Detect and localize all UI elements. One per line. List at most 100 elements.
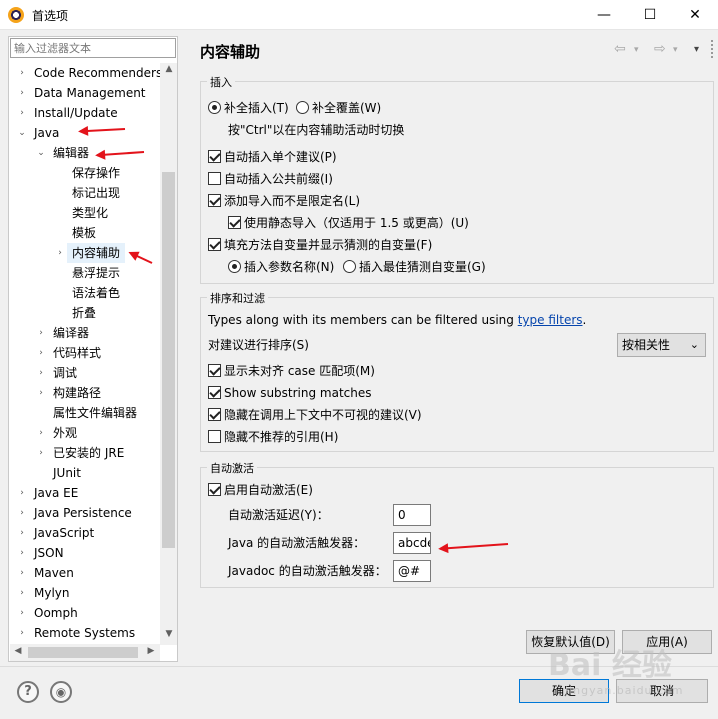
minimize-button[interactable]: —	[581, 0, 627, 30]
tree-item[interactable]: Data Management	[34, 83, 146, 103]
checkbox-fill-arguments-box[interactable]	[208, 238, 221, 251]
checkbox-fill-arguments[interactable]: 填充方法自变量并显示猜测的自变量(F)	[208, 235, 432, 255]
view-menu-icon[interactable]: ▾	[694, 44, 699, 55]
auto-activation-delay-input[interactable]: 0	[393, 504, 431, 526]
chevron-right-icon[interactable]: ›	[35, 363, 47, 383]
tree-item[interactable]: 模板	[72, 223, 96, 243]
tree-item[interactable]: 已安装的 JRE	[53, 443, 124, 463]
checkbox-show-substring-box[interactable]	[208, 386, 221, 399]
tree-item[interactable]: Java Persistence	[34, 503, 132, 523]
checkbox-static-import-box[interactable]	[228, 216, 241, 229]
radio-insert-best-guess-indicator[interactable]	[343, 260, 356, 273]
chevron-right-icon[interactable]: ›	[35, 383, 47, 403]
tree-item[interactable]: JUnit	[53, 463, 81, 483]
checkbox-show-substring[interactable]: Show substring matches	[208, 383, 372, 403]
tree-item[interactable]: Java EE	[34, 483, 78, 503]
chevron-right-icon[interactable]: ›	[35, 443, 47, 463]
scroll-right-icon[interactable]: ▶	[144, 646, 158, 656]
tree-item[interactable]: 悬浮提示	[72, 263, 120, 283]
sort-proposals-label: 对建议进行排序(S)	[208, 338, 309, 352]
tree-item[interactable]: 折叠	[72, 303, 96, 323]
tree-item[interactable]: 外观	[53, 423, 77, 443]
tree-item[interactable]: 属性文件编辑器	[53, 403, 137, 423]
checkbox-add-import[interactable]: 添加导入而不是限定名(L)	[208, 191, 360, 211]
checkbox-add-import-box[interactable]	[208, 194, 221, 207]
close-button[interactable]: ✕	[672, 0, 718, 30]
tree-item[interactable]: Oomph	[34, 603, 78, 623]
back-arrow-icon[interactable]: ⇦	[614, 41, 626, 57]
import-export-icon[interactable]: ◉	[50, 681, 72, 703]
back-dropdown-icon[interactable]: ▾	[634, 45, 639, 55]
tree-vertical-scroll-thumb[interactable]	[162, 172, 175, 548]
scroll-left-icon[interactable]: ◀	[11, 646, 25, 656]
maximize-button[interactable]: ☐	[627, 0, 673, 30]
checkbox-auto-insert-single[interactable]: 自动插入单个建议(P)	[208, 147, 337, 167]
radio-insert-best-guess[interactable]: 插入最佳猜测自变量(G)	[343, 257, 486, 277]
chevron-right-icon[interactable]: ›	[16, 103, 28, 123]
checkbox-static-import[interactable]: 使用静态导入（仅适用于 1.5 或更高）(U)	[228, 213, 469, 233]
tree-item[interactable]: JSON	[34, 543, 64, 563]
tree-item[interactable]: Java	[34, 123, 59, 143]
type-filters-link[interactable]: type filters	[518, 313, 583, 327]
checkbox-hide-deprecated-box[interactable]	[208, 430, 221, 443]
tree-horizontal-scroll-thumb[interactable]	[28, 647, 138, 658]
radio-complete-overwrite[interactable]: 补全覆盖(W)	[296, 98, 381, 118]
tree-item[interactable]: 保存操作	[72, 163, 120, 183]
checkbox-show-camel-case-box[interactable]	[208, 364, 221, 377]
checkbox-enable-auto-activation-box[interactable]	[208, 483, 221, 496]
tree-item[interactable]: 构建路径	[53, 383, 101, 403]
tree-item[interactable]: Install/Update	[34, 103, 118, 123]
chevron-right-icon[interactable]: ›	[16, 83, 28, 103]
tree-item[interactable]: Code Recommenders	[34, 63, 162, 83]
tree-item[interactable]: Mylyn	[34, 583, 70, 603]
radio-insert-param-names[interactable]: 插入参数名称(N)	[228, 257, 334, 277]
tree-item[interactable]: Remote Systems	[34, 623, 135, 643]
chevron-right-icon[interactable]: ›	[35, 323, 47, 343]
radio-complete-overwrite-indicator[interactable]	[296, 101, 309, 114]
tree-item[interactable]: JavaScript	[34, 523, 94, 543]
chevron-right-icon[interactable]: ›	[16, 563, 28, 583]
checkbox-auto-insert-prefix-box[interactable]	[208, 172, 221, 185]
checkbox-auto-insert-prefix[interactable]: 自动插入公共前缀(I)	[208, 169, 333, 189]
checkbox-hide-invisible[interactable]: 隐藏在调用上下文中不可视的建议(V)	[208, 405, 422, 425]
chevron-down-icon[interactable]: ⌄	[35, 143, 47, 163]
radio-complete-insert-indicator[interactable]	[208, 101, 221, 114]
radio-complete-insert[interactable]: 补全插入(T)	[208, 98, 289, 118]
chevron-right-icon[interactable]: ›	[35, 423, 47, 443]
chevron-right-icon[interactable]: ›	[16, 483, 28, 503]
chevron-down-icon[interactable]: ⌄	[16, 123, 28, 143]
chevron-right-icon[interactable]: ›	[16, 523, 28, 543]
checkbox-hide-deprecated[interactable]: 隐藏不推荐的引用(H)	[208, 427, 338, 447]
sort-proposals-select[interactable]: 按相关性 ⌄	[617, 333, 706, 357]
filter-input[interactable]	[10, 38, 176, 58]
scroll-up-icon[interactable]: ▲	[162, 64, 176, 74]
tree-item[interactable]: 语法着色	[72, 283, 120, 303]
tree-item[interactable]: 类型化	[72, 203, 108, 223]
checkbox-hide-invisible-box[interactable]	[208, 408, 221, 421]
chevron-right-icon[interactable]: ›	[16, 583, 28, 603]
chevron-right-icon[interactable]: ›	[16, 503, 28, 523]
chevron-right-icon[interactable]: ›	[16, 543, 28, 563]
tree-item[interactable]: 标记出现	[72, 183, 120, 203]
tree-item[interactable]: 代码样式	[53, 343, 101, 363]
forward-arrow-icon[interactable]: ⇨	[654, 41, 666, 57]
java-trigger-input[interactable]: abcde	[393, 532, 431, 554]
chevron-right-icon[interactable]: ›	[16, 603, 28, 623]
chevron-right-icon[interactable]: ›	[16, 623, 28, 643]
help-icon[interactable]: ?	[17, 681, 39, 703]
forward-dropdown-icon[interactable]: ▾	[673, 45, 678, 55]
tree-item[interactable]: 内容辅助	[72, 243, 120, 263]
radio-insert-param-names-indicator[interactable]	[228, 260, 241, 273]
chevron-right-icon[interactable]: ›	[35, 343, 47, 363]
checkbox-enable-auto-activation[interactable]: 启用自动激活(E)	[208, 480, 313, 500]
scroll-down-icon[interactable]: ▼	[162, 629, 176, 639]
checkbox-show-camel-case[interactable]: 显示未对齐 case 匹配项(M)	[208, 361, 375, 381]
javadoc-trigger-input[interactable]: @#	[393, 560, 431, 582]
tree-item[interactable]: 编译器	[53, 323, 89, 343]
tree-item[interactable]: 调试	[53, 363, 77, 383]
chevron-right-icon[interactable]: ›	[16, 63, 28, 83]
tree-item[interactable]: Maven	[34, 563, 74, 583]
chevron-right-icon[interactable]: ›	[54, 243, 66, 263]
checkbox-auto-insert-single-box[interactable]	[208, 150, 221, 163]
tree-item[interactable]: 编辑器	[53, 143, 89, 163]
